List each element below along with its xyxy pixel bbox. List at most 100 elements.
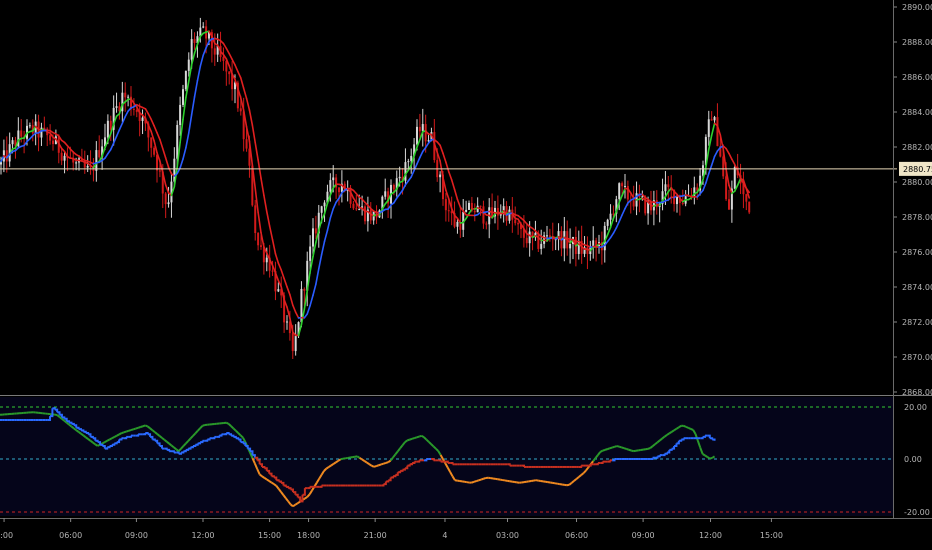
candle-body[interactable] [363,206,366,222]
candle-body[interactable] [713,117,716,121]
candle-body[interactable] [329,180,332,192]
candle-body[interactable] [733,167,736,189]
candle-body[interactable] [609,213,612,220]
candle-body[interactable] [525,237,528,244]
candle-body[interactable] [398,176,401,179]
candle-body[interactable] [415,126,418,145]
candle-body[interactable] [606,219,609,226]
candle-body[interactable] [456,221,459,227]
candle-body[interactable] [612,213,615,215]
candle-body[interactable] [63,155,66,161]
candle-body[interactable] [716,117,719,147]
candle-body[interactable] [632,200,635,207]
candle-body[interactable] [667,184,670,188]
chart-canvas[interactable]: 2880.75 2868.00 2870.00 2872.00 2874.00 2876.… [0,0,932,550]
candle-body[interactable] [277,289,280,292]
candle-body[interactable] [745,194,748,202]
candle-body[interactable] [664,184,667,192]
candle-body[interactable] [184,70,187,90]
candle-body[interactable] [447,210,450,212]
candle-body[interactable] [707,119,710,137]
candle-body[interactable] [193,39,196,44]
candle-body[interactable] [485,223,488,225]
candle-body[interactable] [528,231,531,244]
candle-body[interactable] [473,210,476,213]
candle-body[interactable] [181,89,184,105]
candle-body[interactable] [20,130,23,137]
candle-body[interactable] [681,202,684,204]
candle-body[interactable] [259,245,262,247]
candle-body[interactable] [621,183,624,187]
candle-body[interactable] [115,106,118,108]
candle-body[interactable] [127,96,130,98]
candle-body[interactable] [421,124,424,132]
candle-body[interactable] [323,202,326,207]
candle-body[interactable] [222,56,225,61]
candle-body[interactable] [641,196,644,198]
candle-body[interactable] [164,193,167,205]
candle-body[interactable] [158,170,161,172]
candle-body[interactable] [508,209,511,221]
candle-body[interactable] [314,228,317,234]
candle-body[interactable] [309,246,312,261]
candle-body[interactable] [545,235,548,237]
candle-body[interactable] [710,119,713,121]
candle-body[interactable] [239,108,242,112]
candle-body[interactable] [563,231,566,249]
trading-chart[interactable]: 2880.75 2868.00 2870.00 2872.00 2874.00 2876.… [0,0,932,550]
candle-body[interactable] [202,26,205,28]
candle-body[interactable] [392,184,395,190]
candle-body[interactable] [132,108,135,110]
candle-body[interactable] [332,177,335,181]
candle-body[interactable] [358,209,361,211]
candle-body[interactable] [257,233,260,246]
candle-body[interactable] [479,205,482,207]
candle-body[interactable] [228,71,231,75]
candle-body[interactable] [294,335,297,352]
candle-body[interactable] [51,140,54,145]
candle-body[interactable] [106,120,109,138]
candle-body[interactable] [467,202,470,210]
candle-body[interactable] [291,333,294,352]
candle-body[interactable] [407,161,410,163]
candle-body[interactable] [179,104,182,125]
candle-body[interactable] [320,206,323,213]
candle-body[interactable] [187,59,190,71]
candle-body[interactable] [245,139,248,149]
candle-body[interactable] [213,48,216,55]
candle-body[interactable] [254,205,257,234]
candle-body[interactable] [352,203,355,209]
candle-body[interactable] [285,321,288,323]
candle-body[interactable] [355,208,358,210]
candle-body[interactable] [418,126,421,132]
candle-body[interactable] [60,152,63,161]
candle-body[interactable] [531,231,534,237]
candle-body[interactable] [337,187,340,193]
candle-body[interactable] [623,186,626,188]
candle-body[interactable] [465,209,468,212]
candle-body[interactable] [439,174,442,178]
candle-body[interactable] [11,140,14,145]
candle-body[interactable] [190,39,193,60]
candle-body[interactable] [167,202,170,205]
candle-body[interactable] [271,270,274,272]
candle-body[interactable] [135,109,138,112]
candle-body[interactable] [176,124,179,159]
candle-body[interactable] [675,196,678,205]
candle-body[interactable] [540,243,543,249]
candle-body[interactable] [153,147,156,155]
candle-body[interactable] [727,199,730,210]
candle-body[interactable] [265,257,268,263]
candle-body[interactable] [75,162,78,164]
candle-body[interactable] [725,176,728,200]
candle-body[interactable] [86,165,89,168]
candle-body[interactable] [618,183,621,200]
candle-body[interactable] [311,228,314,247]
candle-body[interactable] [95,150,98,171]
candle-body[interactable] [577,240,580,254]
candle-body[interactable] [28,125,31,127]
candle-body[interactable] [514,219,517,224]
candle-body[interactable] [98,150,101,158]
candle-body[interactable] [384,191,387,197]
candle-body[interactable] [49,135,52,141]
